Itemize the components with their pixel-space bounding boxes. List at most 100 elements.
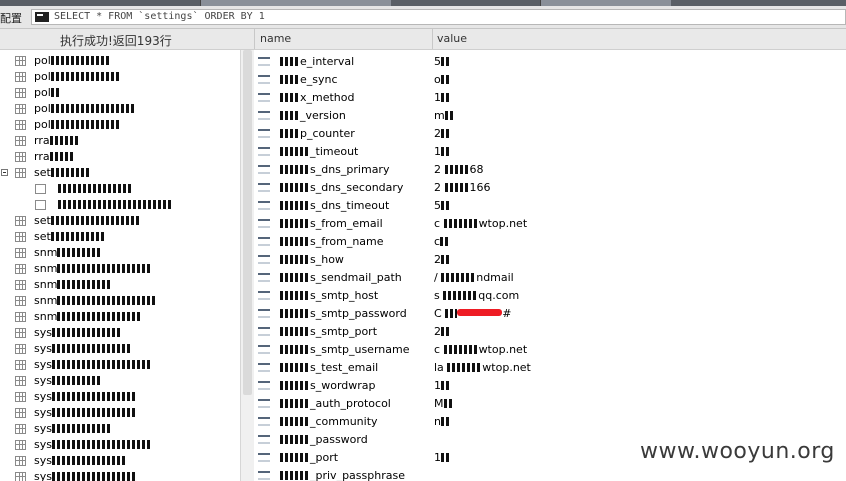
row-selector[interactable] [258,381,270,390]
value-cell[interactable]: c wtop.net [434,217,527,230]
name-cell[interactable]: s_wordwrap [280,379,376,392]
row-selector[interactable] [258,363,270,372]
value-cell[interactable]: m [434,109,453,122]
tree-item[interactable]: snm [0,277,240,293]
tree-item[interactable] [0,181,240,197]
name-cell[interactable]: s_how [280,253,344,266]
value-cell[interactable]: c [434,235,449,248]
name-cell[interactable]: _community [280,415,378,428]
column-header-value[interactable]: value [437,32,467,45]
tree-item[interactable]: rra [0,133,240,149]
name-cell[interactable]: s_test_email [280,361,378,374]
name-cell[interactable]: x_method [280,91,355,104]
sql-input[interactable]: SELECT * FROM `settings` ORDER BY 1 [31,9,846,25]
tree-item[interactable]: pol [0,117,240,133]
row-selector[interactable] [258,345,270,354]
name-cell[interactable]: s_from_name [280,235,384,248]
table-row[interactable]: s_dns_secondary 2 166 [254,179,846,197]
row-selector[interactable] [258,435,270,444]
tree-item[interactable]: set [0,213,240,229]
tree-item[interactable]: pol [0,85,240,101]
row-selector[interactable] [258,309,270,318]
table-row[interactable]: s_from_name c [254,233,846,251]
value-cell[interactable]: n [434,415,449,428]
row-selector[interactable] [258,129,270,138]
name-cell[interactable]: s_from_email [280,217,383,230]
name-cell[interactable]: _version [280,109,346,122]
row-selector[interactable] [258,399,270,408]
table-row[interactable]: _timeout 1 [254,143,846,161]
tree-item[interactable]: rra [0,149,240,165]
value-cell[interactable]: 5 [434,55,449,68]
value-cell[interactable]: 1 [434,91,449,104]
value-cell[interactable]: / ndmail [434,271,514,284]
tree-item[interactable]: snm [0,245,240,261]
name-cell[interactable]: _timeout [280,145,358,158]
tree-item[interactable]: snm [0,293,240,309]
value-cell[interactable]: 2 [434,325,449,338]
table-row[interactable]: s_smtp_password C # [254,305,846,323]
table-row[interactable]: s_smtp_username c wtop.net [254,341,846,359]
tree-item[interactable]: snm [0,309,240,325]
name-cell[interactable]: s_sendmail_path [280,271,402,284]
table-row[interactable]: s_dns_primary 2 68 [254,161,846,179]
tree-item[interactable]: snm [0,261,240,277]
table-row[interactable]: s_wordwrap 1 [254,377,846,395]
table-row[interactable]: _auth_protocol M [254,395,846,413]
row-selector[interactable] [258,219,270,228]
column-separator[interactable] [432,29,433,49]
column-separator[interactable] [254,29,255,49]
tree-item[interactable]: set [0,165,240,181]
name-cell[interactable]: s_smtp_username [280,343,409,356]
tree-item[interactable]: sys [0,373,240,389]
table-row[interactable]: e_interval 5 [254,53,846,71]
name-cell[interactable]: s_smtp_password [280,307,407,320]
tree-item[interactable]: sys [0,341,240,357]
name-cell[interactable]: _priv_passphrase [280,469,405,481]
name-cell[interactable]: _password [280,433,368,446]
table-row[interactable]: s_dns_timeout 5 [254,197,846,215]
tree-item[interactable]: sys [0,469,240,481]
tree-item[interactable]: pol [0,53,240,69]
table-row[interactable]: x_method 1 [254,89,846,107]
table-row[interactable]: _community n [254,413,846,431]
row-selector[interactable] [258,453,270,462]
tree-item[interactable] [0,197,240,213]
table-row[interactable]: s_test_email la wtop.net [254,359,846,377]
tree-item[interactable]: set [0,229,240,245]
name-cell[interactable]: s_dns_secondary [280,181,403,194]
value-cell[interactable]: C # [434,307,511,320]
value-cell[interactable]: o [434,73,449,86]
tree-item[interactable]: sys [0,357,240,373]
tree-item[interactable]: sys [0,389,240,405]
table-row[interactable]: s_from_email c wtop.net [254,215,846,233]
row-selector[interactable] [258,291,270,300]
tree-item[interactable]: pol [0,69,240,85]
name-cell[interactable]: p_counter [280,127,355,140]
row-selector[interactable] [258,201,270,210]
table-row[interactable]: p_counter 2 [254,125,846,143]
row-selector[interactable] [258,471,270,480]
row-selector[interactable] [258,273,270,282]
value-cell[interactable]: 1 [434,145,449,158]
row-selector[interactable] [258,183,270,192]
name-cell[interactable]: s_dns_primary [280,163,389,176]
tree-scrollbar[interactable] [240,50,254,481]
tree-item[interactable]: sys [0,437,240,453]
table-row[interactable]: s_how 2 [254,251,846,269]
name-cell[interactable]: s_smtp_host [280,289,378,302]
row-selector[interactable] [258,75,270,84]
table-row[interactable]: e_sync o [254,71,846,89]
name-cell[interactable]: s_dns_timeout [280,199,389,212]
column-header-name[interactable]: name [260,32,291,45]
value-cell[interactable]: 1 [434,379,449,392]
row-selector[interactable] [258,327,270,336]
tree-item[interactable]: sys [0,405,240,421]
name-cell[interactable]: _auth_protocol [280,397,391,410]
name-cell[interactable]: s_smtp_port [280,325,377,338]
collapse-icon[interactable] [1,169,8,176]
tree-item[interactable]: pol [0,101,240,117]
name-cell[interactable]: e_sync [280,73,338,86]
scrollbar-thumb[interactable] [243,50,252,395]
value-cell[interactable]: 2 [434,127,449,140]
